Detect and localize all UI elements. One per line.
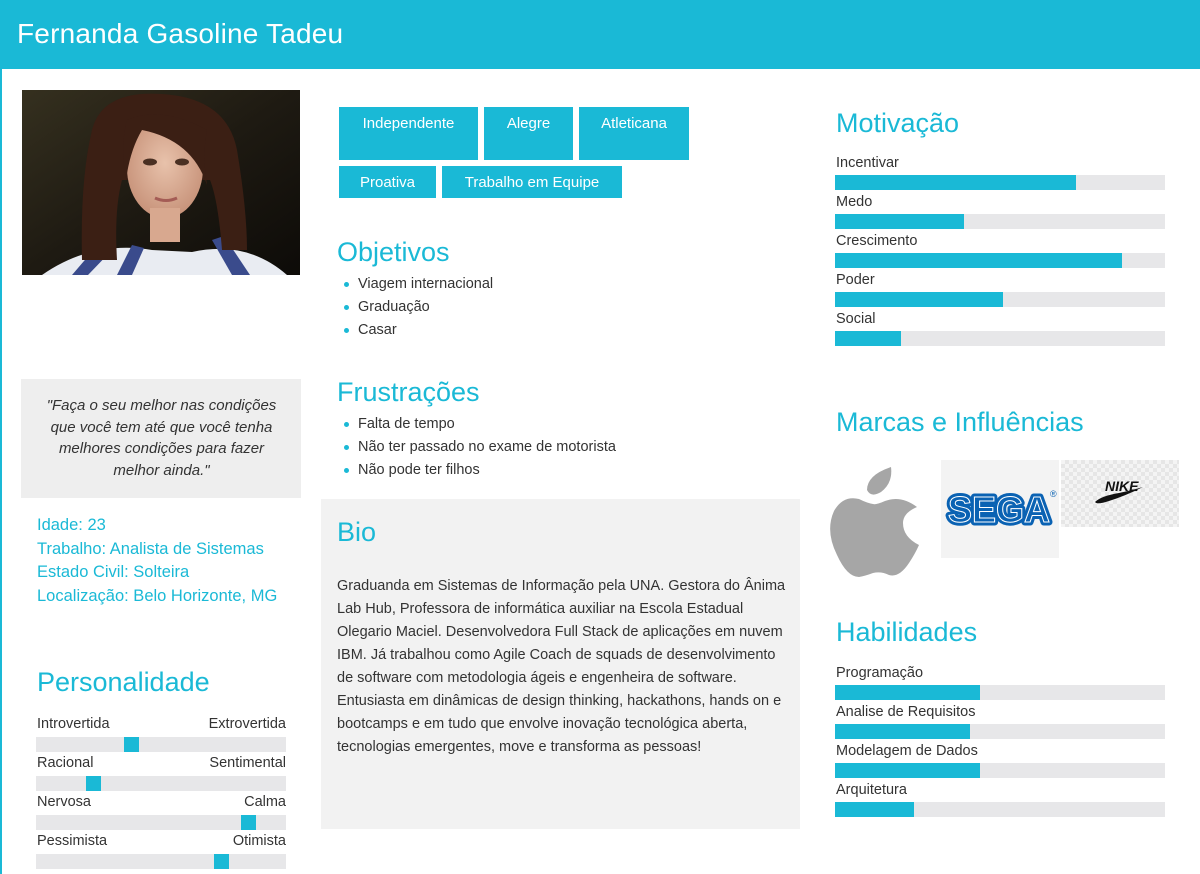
bio-text: Graduanda em Sistemas de Informação pela… (337, 578, 786, 755)
motivation-bar: Medo (835, 194, 1165, 233)
bar-fill (835, 763, 981, 778)
bar-track (835, 214, 1165, 229)
skill-bar: Modelagem de Dados (835, 743, 1165, 782)
bar-track (835, 763, 1165, 778)
skill-bar: Analise de Requisitos (835, 704, 1165, 743)
bar-label: Social (836, 311, 876, 327)
bar-track (835, 331, 1165, 346)
info-trabalho: Trabalho: Analista de Sistemas (37, 539, 264, 558)
scale-left-label: Nervosa (37, 794, 91, 810)
scale-right-label: Sentimental (209, 755, 286, 771)
tag-trabalho-em-equipe: Trabalho em Equipe (442, 166, 622, 198)
personality-scale: Racional Sentimental (36, 755, 286, 794)
list-item: Não ter passado no exame de motorista (343, 437, 616, 460)
sega-logo-text-fill: SEGA (948, 489, 1050, 530)
bar-track (835, 253, 1165, 268)
bar-label: Analise de Requisitos (836, 704, 976, 720)
info-idade: Idade: 23 (37, 516, 106, 534)
sega-registered-mark: ® (1050, 489, 1057, 499)
scale-marker (241, 815, 256, 830)
scale-marker (214, 854, 229, 869)
personality-scale: Introvertida Extrovertida (36, 716, 286, 755)
tag-alegre: Alegre (484, 107, 573, 160)
motivation-bar: Crescimento (835, 233, 1165, 272)
bar-fill (835, 802, 915, 817)
quote-box: "Faça o seu melhor nas condições que voc… (21, 379, 301, 498)
persona-name: Fernanda Gasoline Tadeu (17, 18, 344, 49)
motivation-bar: Social (835, 311, 1165, 350)
sega-logo: SEGA SEGA ® (941, 460, 1059, 558)
info-estado-civil: Estado Civil: Solteira (37, 563, 190, 581)
skill-bar: Programação (835, 665, 1165, 704)
bar-label: Programação (836, 665, 924, 681)
bar-fill (835, 214, 964, 229)
scale-right-label: Extrovertida (208, 716, 286, 732)
bar-fill (835, 175, 1076, 190)
scale-right-label: Otimista (232, 833, 286, 849)
bar-track (835, 802, 1165, 817)
habilidades-title: Habilidades (836, 617, 978, 647)
motivation-bar: Incentivar (835, 155, 1165, 194)
scale-track (36, 737, 286, 752)
skill-bar: Arquitetura (835, 782, 1165, 821)
nike-logo-text: NIKE (1105, 478, 1139, 494)
persona-photo (22, 90, 300, 275)
bio-panel: Bio Graduanda em Sistemas de Informação … (321, 499, 800, 829)
list-item: Não pode ter filhos (343, 460, 616, 483)
list-item: Casar (343, 320, 493, 343)
personality-scale: Pessimista Otimista (36, 833, 286, 872)
bar-fill (835, 331, 901, 346)
objetivos-title: Objetivos (337, 237, 450, 267)
objetivos-list: Viagem internacional Graduação Casar (343, 274, 493, 343)
scale-right-label: Calma (244, 794, 286, 810)
scale-track (36, 815, 286, 830)
scale-left-label: Introvertida (37, 716, 110, 732)
bar-label: Poder (836, 272, 875, 288)
list-item: Graduação (343, 297, 493, 320)
personality-scale: Nervosa Calma (36, 794, 286, 833)
bar-fill (835, 253, 1123, 268)
motivation-bar: Poder (835, 272, 1165, 311)
bar-label: Incentivar (836, 155, 899, 171)
bar-label: Medo (836, 194, 873, 210)
personalidade-title: Personalidade (37, 667, 210, 697)
frustracoes-title: Frustrações (337, 377, 480, 407)
bar-fill (835, 292, 1004, 307)
frame-border (0, 69, 2, 874)
scale-marker (124, 737, 139, 752)
bio-title: Bio (337, 517, 377, 547)
frustracoes-list: Falta de tempo Não ter passado no exame … (343, 414, 616, 483)
bar-label: Crescimento (836, 233, 918, 249)
tag-proativa: Proativa (339, 166, 436, 198)
tag-independente: Independente (339, 107, 478, 160)
scale-marker (86, 776, 101, 791)
list-item: Falta de tempo (343, 414, 616, 437)
header-bar: Fernanda Gasoline Tadeu (0, 0, 1200, 69)
scale-left-label: Pessimista (37, 833, 108, 849)
bar-label: Modelagem de Dados (836, 743, 978, 759)
tag-atleticana: Atleticana (579, 107, 689, 160)
scale-track (36, 776, 286, 791)
bar-fill (835, 685, 981, 700)
quote-text: "Faça o seu melhor nas condições que voc… (46, 397, 277, 479)
persona-info: Idade: 23 Trabalho: Analista de Sistemas… (37, 514, 297, 608)
bar-fill (835, 724, 971, 739)
motivacao-title: Motivação (836, 108, 960, 138)
nike-logo: NIKE (1061, 460, 1179, 527)
info-localizacao: Localização: Belo Horizonte, MG (37, 586, 278, 605)
bar-track (835, 292, 1165, 307)
bar-track (835, 685, 1165, 700)
scale-left-label: Racional (37, 755, 94, 771)
list-item: Viagem internacional (343, 274, 493, 297)
scale-track (36, 854, 286, 869)
marcas-title: Marcas e Influências (836, 407, 1084, 437)
bar-label: Arquitetura (836, 782, 907, 798)
bar-track (835, 724, 1165, 739)
apple-logo (829, 465, 923, 579)
bar-track (835, 175, 1165, 190)
